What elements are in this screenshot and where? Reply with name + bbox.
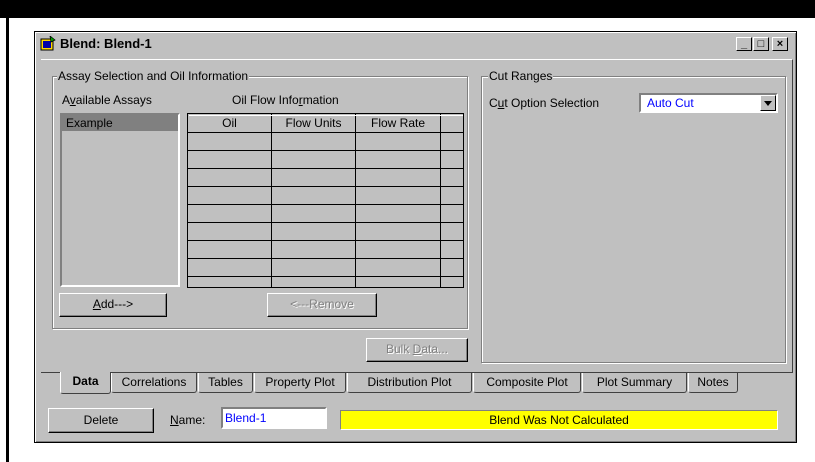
cut-option-value: Auto Cut (647, 96, 694, 110)
grid-lines (188, 114, 463, 287)
remove-assay-button[interactable]: <---Remove (267, 293, 377, 317)
close-icon: × (776, 38, 784, 50)
tab-composite-plot[interactable]: Composite Plot (473, 373, 581, 393)
available-assays-list[interactable]: Example (60, 113, 180, 287)
status-bar: Blend Was Not Calculated (340, 410, 778, 430)
grid-header-flow-rate[interactable]: Flow Rate (356, 116, 440, 130)
status-text: Blend Was Not Calculated (489, 413, 629, 427)
name-field[interactable]: Blend-1 (221, 407, 327, 429)
name-field-value: Blend-1 (225, 411, 267, 425)
cut-option-label: Cut Option Selection (489, 96, 600, 110)
close-button[interactable]: × (772, 37, 788, 51)
tab-notes[interactable]: Notes (688, 373, 738, 393)
tab-tables[interactable]: Tables (198, 373, 253, 393)
blend-app-icon (40, 35, 56, 51)
name-label: Name: (170, 413, 206, 427)
maximize-button[interactable]: □ (753, 37, 769, 51)
dropdown-button[interactable] (760, 95, 776, 111)
delete-button[interactable]: Delete (48, 408, 154, 433)
minimize-icon: _ (740, 38, 748, 50)
top-black-bar (0, 0, 815, 18)
list-item[interactable]: Example (62, 115, 178, 131)
cut-ranges-group (481, 76, 786, 363)
tab-plot-summary[interactable]: Plot Summary (582, 373, 687, 393)
bulk-data-button[interactable]: Bulk Data... (366, 338, 468, 362)
available-assays-label: Available Assays (62, 93, 152, 107)
window-title: Blend: Blend-1 (60, 36, 152, 51)
maximize-icon: □ (757, 38, 765, 50)
tab-distribution-plot[interactable]: Distribution Plot (347, 373, 472, 393)
left-black-border (6, 18, 9, 462)
grid-header-flow-units[interactable]: Flow Units (272, 116, 355, 130)
chevron-down-icon (764, 101, 772, 106)
add-assay-button[interactable]: Add---> (59, 293, 167, 317)
oil-flow-information-label: Oil Flow Information (232, 93, 339, 107)
tab-property-plot[interactable]: Property Plot (254, 373, 346, 393)
grid-header-oil[interactable]: Oil (188, 116, 271, 130)
cut-ranges-title: Cut Ranges (488, 69, 554, 83)
tab-correlations[interactable]: Correlations (111, 373, 197, 393)
oil-flow-grid[interactable]: Oil Flow Units Flow Rate (187, 113, 464, 288)
minimize-button[interactable]: _ (736, 37, 752, 51)
cut-option-select[interactable]: Auto Cut (639, 93, 778, 113)
tab-data[interactable]: Data (60, 372, 111, 394)
assay-group-title: Assay Selection and Oil Information (57, 69, 250, 83)
